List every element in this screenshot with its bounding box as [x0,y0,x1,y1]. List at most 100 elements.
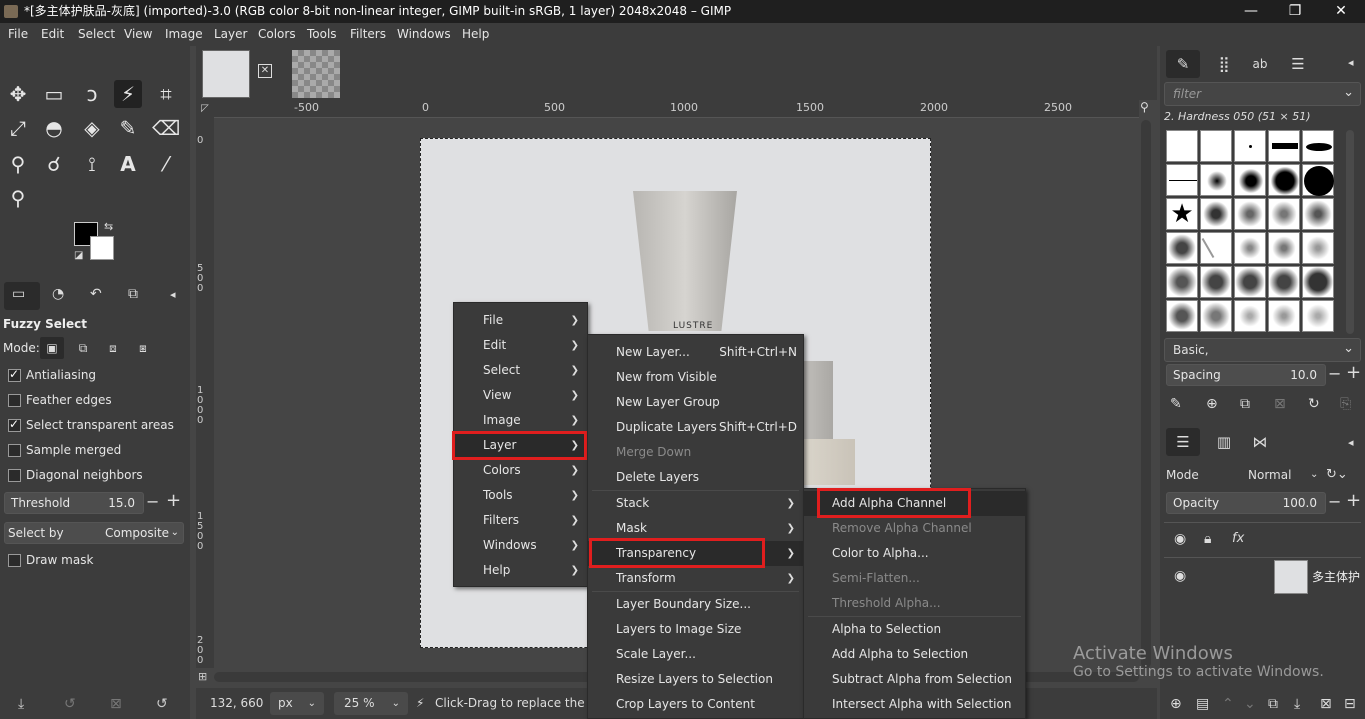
menu-item-color-to-alpha[interactable]: Color to Alpha... [804,541,1025,566]
brush-grid-scrollbar[interactable] [1346,130,1354,334]
brush-cell[interactable] [1166,232,1198,264]
menu-item-scale-layer[interactable]: Scale Layer... [588,642,803,667]
context-menu-item-filters[interactable]: Filters ❯ [454,508,587,533]
clone-tool-icon[interactable]: ⚲ [4,150,32,178]
path-tool-icon[interactable]: ⟟ [78,150,106,178]
save-tool-preset-icon[interactable]: ⤓ [18,696,24,712]
brush-cell[interactable] [1200,198,1232,230]
layer-mode-dropdown[interactable]: Mode Normal ⌄ [1166,464,1326,486]
threshold-slider[interactable]: Threshold 15.0 [4,492,144,514]
brush-preset-dropdown[interactable]: Basic, ⌄ [1164,338,1361,362]
select-by-dropdown[interactable]: Select by Composite ⌄ [4,522,184,544]
brush-cell[interactable] [1200,266,1232,298]
menu-item-new-from-visible[interactable]: New from Visible [588,365,803,390]
menu-item-duplicate-layers[interactable]: Duplicate Layers Shift+Ctrl+D [588,415,803,440]
sample-merged-checkbox[interactable] [8,444,21,457]
reset-tool-options-icon[interactable]: ↺ [156,696,168,712]
context-menu-item-tools[interactable]: Tools ❯ [454,483,587,508]
lock-icon[interactable]: 🔒︎ [1204,531,1211,547]
unit-dropdown[interactable]: px ⌄ [270,692,324,715]
brush-cell[interactable] [1166,266,1198,298]
menu-item-threshold-alpha[interactable]: Threshold Alpha... [804,591,1025,616]
rect-select-tool-icon[interactable]: ▭ [40,80,68,108]
configure-tab-icon[interactable]: ◂ [1348,436,1354,449]
layer-row[interactable]: ◉ 多主体护 [1164,558,1361,596]
menu-item-intersect-alpha-with-selection[interactable]: Intersect Alpha with Selection [804,692,1025,717]
zoom-tool-icon[interactable]: ⚲ [4,184,32,212]
select-transparent-checkbox[interactable] [8,417,21,432]
brush-cell[interactable] [1234,266,1266,298]
mode-replace-icon[interactable]: ▣ [40,337,64,359]
brush-cell[interactable] [1200,300,1232,332]
brush-cell[interactable] [1234,130,1266,162]
brush-cell[interactable] [1234,198,1266,230]
menu-tools[interactable]: Tools [307,23,337,46]
horizontal-ruler[interactable]: -500 0 500 1000 1500 2000 2500 [214,100,1139,118]
spacing-decrease-button[interactable]: − [1328,364,1341,383]
menu-item-crop-layers-to-content[interactable]: Crop Layers to Content [588,692,803,717]
brush-cell[interactable] [1302,164,1334,196]
diagonal-neighbors-checkbox[interactable] [8,469,21,482]
brush-cell[interactable] [1302,232,1334,264]
menu-select[interactable]: Select [78,23,115,46]
brush-cell[interactable] [1166,300,1198,332]
duplicate-brush-icon[interactable]: ⧉ [1240,396,1250,412]
tab-document-history-icon[interactable]: ☰ [1286,50,1310,78]
brush-cell[interactable] [1234,232,1266,264]
delete-brush-icon[interactable]: ⊠ [1274,396,1286,412]
menu-item-semi-flatten[interactable]: Semi-Flatten... [804,566,1025,591]
brush-cell[interactable] [1302,130,1334,162]
zoom-image-icon[interactable]: ⚲ [1140,100,1156,118]
swap-colors-icon[interactable]: ⇆ [104,220,113,233]
move-tool-icon[interactable]: ✥ [4,80,32,108]
spacing-increase-button[interactable]: + [1346,362,1361,383]
context-menu-item-windows[interactable]: Windows ❯ [454,533,587,558]
menu-item-new-layer-group[interactable]: New Layer Group [588,390,803,415]
zoom-dropdown[interactable]: 25 % ⌄ [334,692,408,715]
context-menu-item-select[interactable]: Select ❯ [454,358,587,383]
context-menu-item-image[interactable]: Image ❯ [454,408,587,433]
context-menu-item-edit[interactable]: Edit ❯ [454,333,587,358]
threshold-increase-button[interactable]: + [166,490,181,511]
close-button[interactable]: ✕ [1318,0,1364,23]
lasso-tool-icon[interactable]: ↄ [78,80,106,108]
brush-cell[interactable] [1268,232,1300,264]
vertical-ruler[interactable]: 0 5 0 0 1 0 0 0 1 5 0 0 2 0 0 [196,118,214,668]
restore-button[interactable]: ❐ [1272,0,1318,23]
fuzzy-select-tool-icon[interactable]: ⚡ [114,80,142,108]
brush-cell[interactable] [1268,300,1300,332]
close-image-tab-icon[interactable]: ✕ [258,64,272,78]
menu-colors[interactable]: Colors [258,23,296,46]
open-brush-as-image-icon[interactable]: ⎘ [1340,396,1351,412]
brush-cell[interactable]: ★ [1166,198,1198,230]
menu-file[interactable]: File [8,23,28,46]
tab-undo-history-icon[interactable]: ↶ [90,286,102,302]
mode-subtract-icon[interactable]: ⧈ [104,337,122,359]
warp-tool-icon[interactable]: ◓ [40,114,68,142]
menu-item-alpha-to-selection[interactable]: Alpha to Selection [804,617,1025,642]
menu-item-resize-layers-to-selection[interactable]: Resize Layers to Selection [588,667,803,692]
menu-windows[interactable]: Windows [397,23,451,46]
menu-item-stack[interactable]: Stack ❯ [588,491,803,516]
navigate-corner-icon[interactable]: ⊞ [198,670,212,684]
crop-tool-icon[interactable]: ⌗ [152,80,180,108]
tab-fonts-icon[interactable]: ab [1248,50,1272,78]
minimize-button[interactable]: — [1228,0,1274,23]
brush-cell[interactable] [1200,232,1232,264]
brush-cell[interactable] [1302,266,1334,298]
menu-help[interactable]: Help [462,23,489,46]
delete-tool-preset-icon[interactable]: ⊠ [110,696,122,712]
menu-edit[interactable]: Edit [41,23,64,46]
brush-cell[interactable] [1268,198,1300,230]
threshold-decrease-button[interactable]: − [146,492,159,511]
menu-item-delete-layers[interactable]: Delete Layers [588,465,803,490]
menu-item-merge-down[interactable]: Merge Down [588,440,803,465]
brush-cell[interactable] [1302,198,1334,230]
menu-image[interactable]: Image [165,23,203,46]
reset-colors-icon[interactable]: ◪ [74,250,83,261]
mode-intersect-icon[interactable]: ⧆ [134,337,152,359]
quick-mask-corner-icon[interactable]: ◸ [196,100,214,118]
merge-layer-icon[interactable]: ⤓ [1294,696,1300,712]
brush-cell[interactable] [1200,164,1232,196]
lower-layer-icon[interactable]: ⌄ [1244,696,1256,712]
